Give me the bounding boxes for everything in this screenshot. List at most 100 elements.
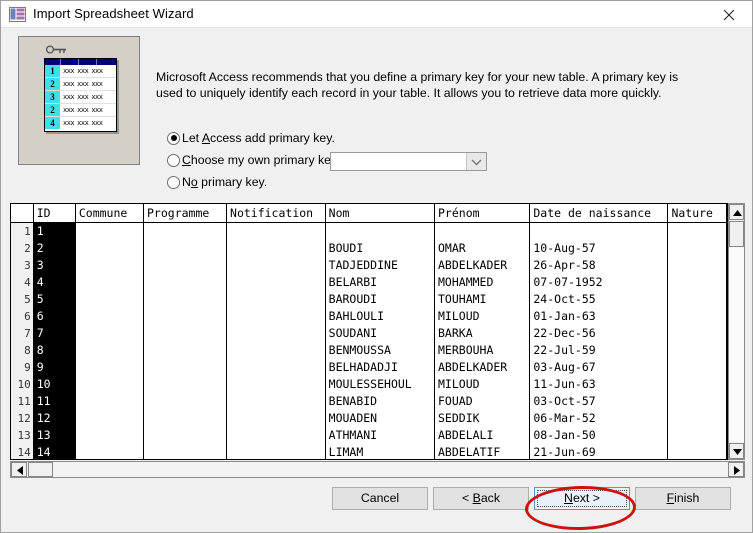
cell-prenom[interactable]: FOUAD xyxy=(434,393,531,410)
cell-nature[interactable] xyxy=(667,274,727,291)
cell-commune[interactable] xyxy=(75,444,145,459)
cell-programme[interactable] xyxy=(143,274,228,291)
cell-commune[interactable] xyxy=(75,393,145,410)
table-row[interactable]: 2 2 BOUDI OMAR 10-Aug-57 xyxy=(11,240,727,257)
cell-id[interactable]: 3 xyxy=(33,257,76,274)
cell-id[interactable]: 11 xyxy=(33,393,76,410)
cell-id[interactable]: 1 xyxy=(33,222,76,240)
next-button[interactable]: Next > xyxy=(534,487,630,510)
radio-indicator[interactable] xyxy=(167,153,180,167)
column-header-prenom[interactable]: Prénom xyxy=(434,204,531,223)
cancel-button[interactable]: Cancel xyxy=(332,487,428,510)
cell-notification[interactable] xyxy=(226,359,326,376)
cell-date[interactable]: 08-Jan-50 xyxy=(529,427,669,444)
cell-date[interactable] xyxy=(529,222,669,240)
cell-nom[interactable] xyxy=(325,222,436,240)
cell-nature[interactable] xyxy=(667,222,727,240)
cell-date[interactable]: 21-Jun-69 xyxy=(529,444,669,459)
cell-nom[interactable]: ATHMANI xyxy=(325,427,436,444)
cell-nom[interactable]: TADJEDDINE xyxy=(325,257,436,274)
cell-id[interactable]: 10 xyxy=(33,376,76,393)
cell-nom[interactable]: BOUDI xyxy=(325,240,436,257)
table-row[interactable]: 11 xyxy=(11,222,727,240)
cell-date[interactable]: 03-Oct-57 xyxy=(529,393,669,410)
cell-nature[interactable] xyxy=(667,393,727,410)
table-row[interactable]: 3 3 TADJEDDINE ABDELKADER 26-Apr-58 xyxy=(11,257,727,274)
table-row[interactable]: 6 6 BAHLOULI MILOUD 01-Jan-63 xyxy=(11,308,727,325)
cell-programme[interactable] xyxy=(143,291,228,308)
cell-nom[interactable]: BENABID xyxy=(325,393,436,410)
cell-notification[interactable] xyxy=(226,240,326,257)
scroll-left-arrow-icon[interactable] xyxy=(11,462,27,477)
cell-notification[interactable] xyxy=(226,308,326,325)
radio-indicator[interactable] xyxy=(167,131,180,145)
cell-programme[interactable] xyxy=(143,359,228,376)
cell-id[interactable]: 8 xyxy=(33,342,76,359)
cell-notification[interactable] xyxy=(226,410,326,427)
cell-programme[interactable] xyxy=(143,410,228,427)
cell-nom[interactable]: MOULESSEHOUL xyxy=(325,376,436,393)
cell-nature[interactable] xyxy=(667,444,727,459)
column-header-id[interactable]: ID xyxy=(33,204,76,223)
cell-prenom[interactable]: ABDELKADER xyxy=(434,257,531,274)
table-row[interactable]: 11 11 BENABID FOUAD 03-Oct-57 xyxy=(11,393,727,410)
cell-prenom[interactable] xyxy=(434,222,531,240)
cell-date[interactable]: 06-Mar-52 xyxy=(529,410,669,427)
back-button[interactable]: < Back xyxy=(433,487,529,510)
row-number[interactable]: 7 xyxy=(11,325,34,342)
cell-prenom[interactable]: TOUHAMI xyxy=(434,291,531,308)
row-number[interactable]: 2 xyxy=(11,240,34,257)
cell-prenom[interactable]: MILOUD xyxy=(434,308,531,325)
cell-prenom[interactable]: OMAR xyxy=(434,240,531,257)
cell-commune[interactable] xyxy=(75,410,145,427)
cell-commune[interactable] xyxy=(75,325,145,342)
cell-nature[interactable] xyxy=(667,427,727,444)
row-number[interactable]: 5 xyxy=(11,291,34,308)
cell-id[interactable]: 4 xyxy=(33,274,76,291)
row-number[interactable]: 11 xyxy=(11,393,34,410)
cell-date[interactable]: 01-Jan-63 xyxy=(529,308,669,325)
cell-commune[interactable] xyxy=(75,342,145,359)
row-number[interactable]: 1 xyxy=(11,222,34,240)
cell-commune[interactable] xyxy=(75,274,145,291)
table-row[interactable]: 13 13 ATHMANI ABDELALI 08-Jan-50 xyxy=(11,427,727,444)
cell-id[interactable]: 2 xyxy=(33,240,76,257)
scroll-right-arrow-icon[interactable] xyxy=(728,462,744,477)
cell-programme[interactable] xyxy=(143,240,228,257)
cell-nom[interactable]: BAROUDI xyxy=(325,291,436,308)
cell-prenom[interactable]: ABDELALI xyxy=(434,427,531,444)
cell-prenom[interactable]: MILOUD xyxy=(434,376,531,393)
row-number[interactable]: 8 xyxy=(11,342,34,359)
cell-commune[interactable] xyxy=(75,359,145,376)
row-number[interactable]: 13 xyxy=(11,427,34,444)
column-header-nom[interactable]: Nom xyxy=(325,204,436,223)
cell-nom[interactable]: MOUADEN xyxy=(325,410,436,427)
cell-notification[interactable] xyxy=(226,291,326,308)
cell-nature[interactable] xyxy=(667,410,727,427)
row-number[interactable]: 10 xyxy=(11,376,34,393)
row-number[interactable]: 12 xyxy=(11,410,34,427)
row-number[interactable]: 14 xyxy=(11,444,34,459)
cell-commune[interactable] xyxy=(75,308,145,325)
data-grid[interactable]: ID Commune Programme Notification Nom Pr… xyxy=(10,203,728,460)
cell-prenom[interactable]: ABDELKADER xyxy=(434,359,531,376)
cell-date[interactable]: 07-07-1952 xyxy=(529,274,669,291)
column-header-programme[interactable]: Programme xyxy=(143,204,228,223)
cell-notification[interactable] xyxy=(226,325,326,342)
cell-id[interactable]: 6 xyxy=(33,308,76,325)
radio-indicator[interactable] xyxy=(167,175,180,189)
cell-commune[interactable] xyxy=(75,257,145,274)
radio-let-access-add-primary-key[interactable]: Let Access add primary key. xyxy=(167,130,335,146)
cell-id[interactable]: 7 xyxy=(33,325,76,342)
cell-id[interactable]: 9 xyxy=(33,359,76,376)
cell-commune[interactable] xyxy=(75,291,145,308)
cell-commune[interactable] xyxy=(75,222,145,240)
vertical-scrollbar[interactable] xyxy=(728,203,745,460)
cell-notification[interactable] xyxy=(226,257,326,274)
cell-programme[interactable] xyxy=(143,325,228,342)
table-row[interactable]: 9 9 BELHADADJI ABDELKADER 03-Aug-67 xyxy=(11,359,727,376)
cell-nature[interactable] xyxy=(667,240,727,257)
vertical-scroll-thumb[interactable] xyxy=(729,221,744,247)
cell-programme[interactable] xyxy=(143,427,228,444)
cell-prenom[interactable]: ABDELATIF xyxy=(434,444,531,459)
